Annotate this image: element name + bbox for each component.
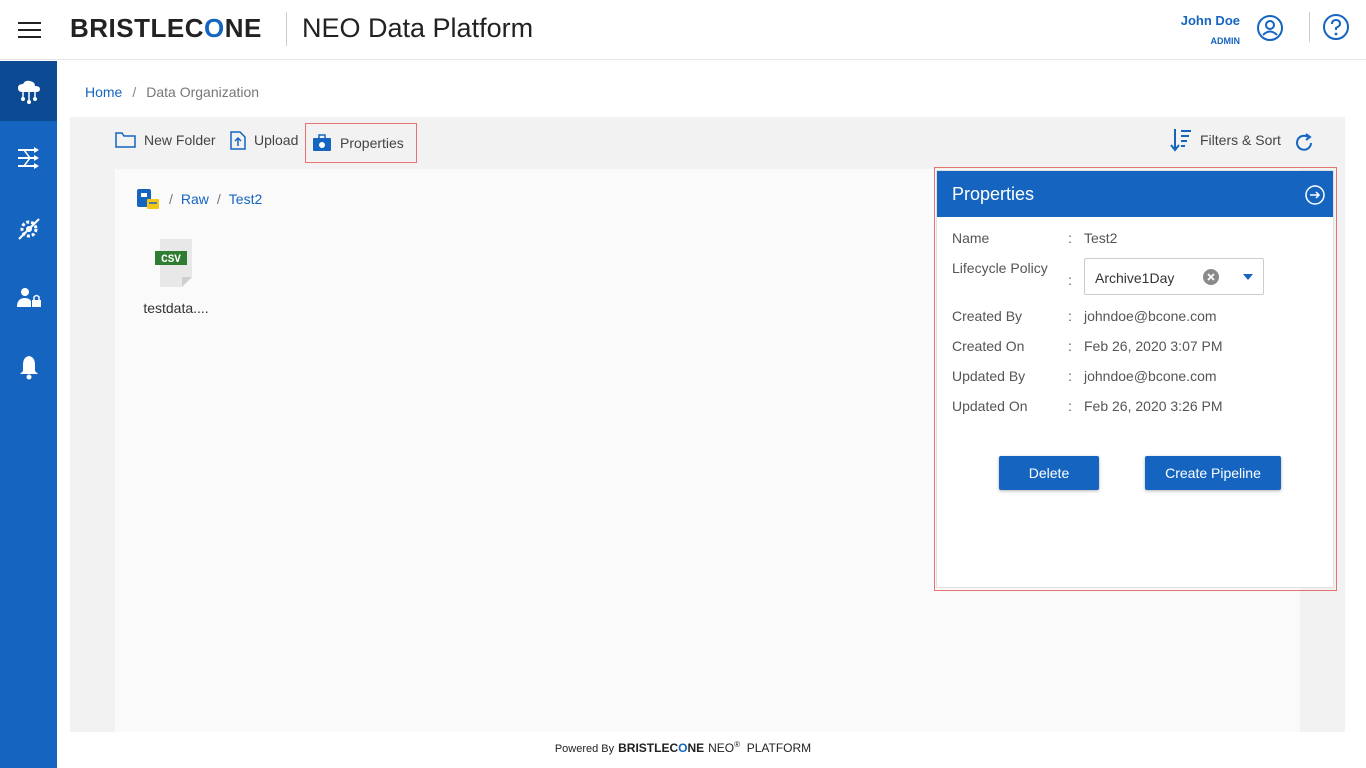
breadcrumb-separator: / [132,84,137,100]
breadcrumb-home[interactable]: Home [85,84,122,100]
property-value: Feb 26, 2020 3:26 PM [1084,398,1223,414]
file-item[interactable]: CSV testdata.... [141,237,211,316]
folder-icon [115,132,136,148]
file-name: testdata.... [143,300,209,316]
app-title: NEO Data Platform [302,13,534,43]
header-divider [286,12,287,46]
footer-platform: PLATFORM [746,741,812,755]
property-value: Feb 26, 2020 3:07 PM [1084,338,1223,354]
properties-label: Properties [340,135,404,151]
property-label: Updated By [952,368,1026,384]
new-folder-label: New Folder [144,132,216,148]
delete-button[interactable]: Delete [999,456,1099,490]
property-label: Name [952,230,990,246]
refresh-icon[interactable] [1294,133,1314,153]
filters-sort-label: Filters & Sort [1200,132,1281,148]
sidebar-item-data[interactable] [0,61,57,121]
property-colon: : [1068,338,1072,354]
create-pipeline-button[interactable]: Create Pipeline [1145,456,1281,490]
property-label: Created On [952,338,1025,354]
sidebar-item-user-admin[interactable] [0,268,57,328]
app-header: BRISTLECONE NEO Data Platform John Doe A… [0,0,1366,60]
footer-powered-by: Powered By [554,743,615,755]
property-label: Created By [952,308,1023,324]
collapse-arrow-icon[interactable] [1304,184,1326,206]
property-colon: : [1068,272,1072,288]
property-colon: : [1068,230,1072,246]
property-colon: : [1068,398,1072,414]
help-icon[interactable] [1322,13,1350,41]
path-separator: / [169,191,173,207]
properties-button[interactable]: Properties [305,123,417,163]
new-folder-button[interactable]: New Folder [115,117,216,163]
property-label: Lifecycle Policy [952,260,1048,276]
clear-icon[interactable] [1203,269,1219,285]
hamburger-menu-icon[interactable] [18,20,42,40]
brand-logo: BRISTLECONE [70,13,262,43]
cloud-network-icon [17,80,40,104]
chevron-down-icon[interactable] [1243,274,1253,280]
pipeline-icon [17,147,39,169]
user-name[interactable]: John Doe [1140,13,1240,28]
filters-sort-button[interactable]: Filters & Sort [1170,117,1281,163]
lifecycle-policy-value: Archive1Day [1095,270,1175,286]
property-colon: : [1068,308,1072,324]
user-account-icon[interactable] [1256,14,1284,42]
breadcrumb-current: Data Organization [146,84,260,100]
file-type-label: CSV [161,254,181,266]
properties-title: Properties [952,183,1035,204]
property-value: Test2 [1084,230,1118,246]
breadcrumb: Home / Data Organization [85,84,259,100]
properties-header: Properties [937,171,1333,217]
sidebar-item-pipelines[interactable] [0,128,57,188]
properties-panel: Properties Name : Test2 Lifecycle Policy… [936,170,1334,588]
folder-path: / Raw / Test2 [135,187,262,211]
property-value: johndoe@bcone.com [1084,308,1217,324]
gear-config-icon [17,218,40,240]
user-admin-icon [16,288,41,307]
sort-icon [1170,129,1191,152]
sidebar-item-notifications[interactable] [0,337,57,397]
footer-neo: NEO [708,741,735,755]
user-role: ADMIN [1210,36,1241,46]
bell-icon [19,356,38,380]
path-raw[interactable]: Raw [181,191,209,207]
upload-label: Upload [254,132,299,148]
sidebar [0,61,57,768]
property-label: Updated On [952,398,1028,414]
upload-button[interactable]: Upload [230,117,298,163]
lifecycle-policy-select[interactable]: Archive1Day [1084,258,1264,295]
data-storage-icon[interactable] [135,187,161,211]
upload-icon [230,130,246,150]
csv-file-icon: CSV [155,239,192,287]
property-colon: : [1068,368,1072,384]
path-current[interactable]: Test2 [229,191,262,207]
briefcase-properties-icon [313,134,331,151]
property-value: johndoe@bcone.com [1084,368,1217,384]
header-divider-2 [1309,12,1310,42]
footer-brand-logo: BRISTLECONE [618,741,705,755]
footer: Powered By BRISTLECONE NEO® PLATFORM [57,740,1309,755]
path-separator: / [216,191,221,207]
footer-registered: ® [734,740,741,749]
sidebar-item-configuration[interactable] [0,199,57,259]
